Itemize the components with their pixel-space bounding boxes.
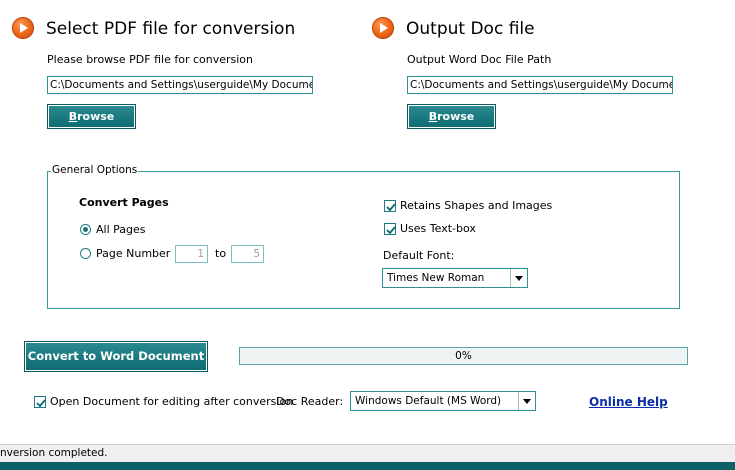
general-options-legend: General Options (51, 164, 139, 176)
retains-shapes-label[interactable]: Retains Shapes and Images (400, 199, 552, 212)
browse-pdf-button[interactable]: Browse (47, 104, 136, 129)
page-to-input[interactable]: 5 (231, 245, 264, 263)
to-label: to (215, 247, 227, 260)
convert-to-word-button[interactable]: Convert to Word Document (24, 341, 208, 372)
chevron-down-icon[interactable] (510, 269, 527, 287)
checkmark-icon (386, 226, 396, 235)
uses-textbox-label[interactable]: Uses Text-box (400, 222, 476, 235)
input-path-label: Please browse PDF file for conversion (47, 53, 254, 66)
checkmark-icon (386, 203, 396, 212)
window-bottom-strip (0, 462, 735, 470)
open-document-checkbox[interactable] (34, 396, 46, 408)
play-circle-icon (372, 17, 394, 39)
page-number-label[interactable]: Page Number (96, 247, 170, 260)
general-options-group (47, 171, 680, 309)
browse-pdf-button-label: rowse (77, 110, 115, 123)
default-font-label: Default Font: (383, 249, 455, 262)
doc-path-input[interactable]: C:\Documents and Settings\userguide\My D… (407, 76, 673, 94)
browse-doc-button-label: rowse (437, 110, 475, 123)
conversion-progress-bar: 0% (239, 347, 688, 365)
retains-shapes-checkbox[interactable] (384, 200, 396, 212)
input-section-title: Select PDF file for conversion (46, 19, 296, 39)
page-from-input[interactable]: 1 (175, 245, 208, 263)
status-text: nversion completed. (0, 447, 108, 459)
convert-pages-title: Convert Pages (79, 196, 169, 209)
online-help-link[interactable]: Online Help (589, 395, 668, 409)
browse-doc-button-mnemonic: B (428, 110, 438, 123)
output-path-label: Output Word Doc File Path (407, 53, 552, 66)
all-pages-radio[interactable] (80, 224, 91, 235)
play-circle-icon (12, 17, 34, 39)
all-pages-label[interactable]: All Pages (96, 223, 146, 236)
doc-reader-select[interactable]: Windows Default (MS Word) (350, 391, 536, 411)
browse-doc-button[interactable]: Browse (407, 104, 496, 129)
open-document-label[interactable]: Open Document for editing after conversi… (50, 395, 293, 408)
default-font-value: Times New Roman (387, 272, 485, 284)
default-font-select[interactable]: Times New Roman (382, 268, 528, 288)
browse-pdf-button-mnemonic: B (68, 110, 78, 123)
checkmark-icon (36, 399, 46, 408)
doc-reader-label: Doc Reader: (276, 395, 344, 408)
chevron-down-icon[interactable] (518, 392, 535, 410)
output-section-title: Output Doc file (406, 19, 535, 39)
pdf-path-input[interactable]: C:\Documents and Settings\userguide\My D… (47, 76, 313, 94)
page-number-radio[interactable] (80, 248, 91, 259)
uses-textbox-checkbox[interactable] (384, 223, 396, 235)
doc-reader-value: Windows Default (MS Word) (355, 395, 502, 407)
status-bar: nversion completed. (0, 444, 735, 462)
